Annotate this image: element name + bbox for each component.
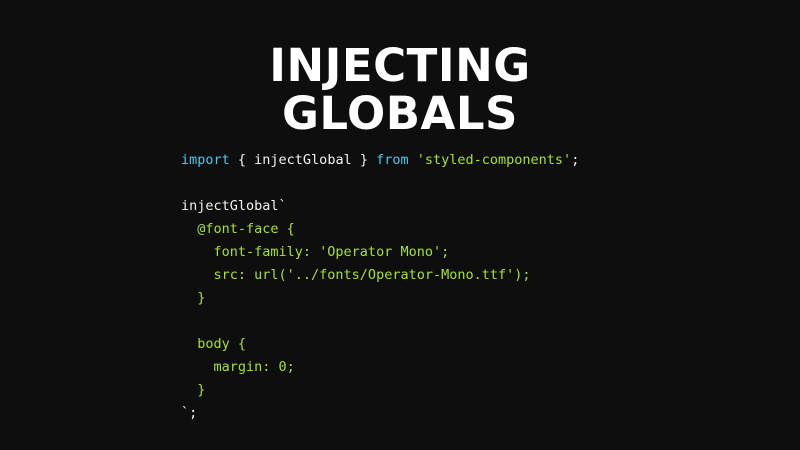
code-token: injectGlobal` <box>181 198 287 214</box>
code-line: } <box>181 379 579 402</box>
code-token: margin: 0; <box>181 359 295 375</box>
slide-title-line-1: INJECTING <box>269 39 531 92</box>
code-block: import { injectGlobal } from 'styled-com… <box>181 149 579 425</box>
code-line: src: url('../fonts/Operator-Mono.ttf'); <box>181 264 579 287</box>
code-line: `; <box>181 402 579 425</box>
code-token: } <box>181 290 206 306</box>
code-line: body { <box>181 333 579 356</box>
code-token: @font-face { <box>181 221 295 237</box>
code-line: } <box>181 287 579 310</box>
slide-title-line-2: GLOBALS <box>282 87 518 140</box>
code-token: } <box>181 382 206 398</box>
code-token: 'styled-components' <box>416 152 572 168</box>
code-token: font-family: 'Operator Mono'; <box>181 244 450 260</box>
code-line: injectGlobal` <box>181 195 579 218</box>
slide: INJECTING GLOBALS import { injectGlobal … <box>0 0 800 450</box>
code-line: font-family: 'Operator Mono'; <box>181 241 579 264</box>
code-token: `; <box>181 405 198 421</box>
code-line: @font-face { <box>181 218 579 241</box>
code-token: body { <box>181 336 247 352</box>
code-token: import <box>181 152 230 168</box>
code-token: { injectGlobal } <box>229 152 377 168</box>
code-line: import { injectGlobal } from 'styled-com… <box>181 149 579 172</box>
code-token: from <box>376 152 409 168</box>
code-token: ; <box>571 152 580 168</box>
code-line: margin: 0; <box>181 356 579 379</box>
code-token: src: url('../fonts/Operator-Mono.ttf'); <box>181 267 531 283</box>
